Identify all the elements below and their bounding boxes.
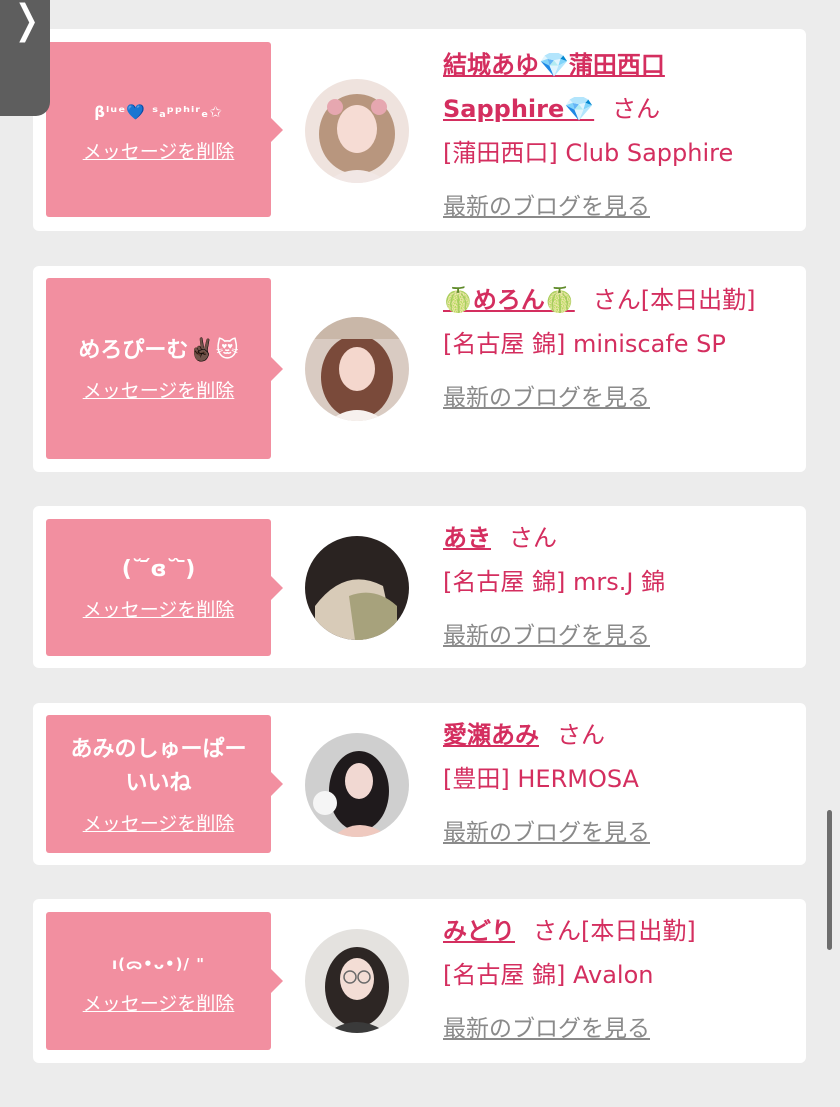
list-item: (˘ ᷄ɞ˘ ᷅) メッセージを削除 あき さん [名古屋 錦] mrs.J 錦 … xyxy=(33,506,806,668)
avatar[interactable] xyxy=(305,317,409,421)
shop-name: [豊田] HERMOSA xyxy=(443,765,639,793)
profile-info: 愛瀬あみ さん [豊田] HERMOSA 最新のブログを見る xyxy=(443,713,783,855)
list-item: めろぴーむ✌🏿😻 メッセージを削除 🍈めろん🍈 さん[本日出勤] [名古屋 錦] … xyxy=(33,266,806,472)
honorific: さん xyxy=(592,286,641,314)
honorific: さん xyxy=(533,917,581,945)
honorific: さん xyxy=(557,721,605,749)
status-text: [本日出勤] xyxy=(640,286,756,314)
avatar[interactable] xyxy=(305,79,409,183)
delete-message-link[interactable]: メッセージを削除 xyxy=(83,137,235,164)
message-bubble: βˡᵘᵉ💙 ˢₐᵖᵖʰⁱʳₑ✩ メッセージを削除 xyxy=(46,42,283,217)
shop-name: [名古屋 錦] Avalon xyxy=(443,961,654,989)
delete-message-link[interactable]: メッセージを削除 xyxy=(83,809,235,836)
message-bubble: あみのしゅーぱー いいね メッセージを削除 xyxy=(46,715,283,853)
blog-link[interactable]: 最新のブログを見る xyxy=(443,1007,783,1051)
message-text: ı(ᯅ•ᴗ•)/ " xyxy=(111,954,206,973)
avatar[interactable] xyxy=(305,536,409,640)
message-bubble: めろぴーむ✌🏿😻 メッセージを削除 xyxy=(46,278,283,459)
profile-name-link[interactable]: 愛瀬あみ xyxy=(443,721,539,749)
list-item: ı(ᯅ•ᴗ•)/ " メッセージを削除 みどり さん[本日出勤] [名古屋 錦] … xyxy=(33,899,806,1063)
blog-link[interactable]: 最新のブログを見る xyxy=(443,614,783,658)
chevron-right-icon: ❭ xyxy=(10,0,44,43)
profile-info: みどり さん[本日出勤] [名古屋 錦] Avalon 最新のブログを見る xyxy=(443,909,783,1051)
scrollbar[interactable] xyxy=(827,810,832,950)
blog-link[interactable]: 最新のブログを見る xyxy=(443,811,783,855)
honorific: さん xyxy=(612,95,661,123)
delete-message-link[interactable]: メッセージを削除 xyxy=(83,989,235,1016)
blog-link[interactable]: 最新のブログを見る xyxy=(443,185,783,229)
shop-name: [蒲田西口] Club Sapphire xyxy=(443,139,734,167)
message-text: (˘ ᷄ɞ˘ ᷅) xyxy=(121,557,196,582)
profile-name-link[interactable]: 🍈めろん🍈 xyxy=(443,286,575,314)
message-bubble: ı(ᯅ•ᴗ•)/ " メッセージを削除 xyxy=(46,912,283,1050)
list-item: あみのしゅーぱー いいね メッセージを削除 愛瀬あみ さん [豊田] HERMOS… xyxy=(33,703,806,865)
delete-message-link[interactable]: メッセージを削除 xyxy=(83,595,235,622)
shop-name: [名古屋 錦] mrs.J 錦 xyxy=(443,568,666,596)
message-text: めろぴーむ✌🏿😻 xyxy=(78,338,239,363)
profile-name-link[interactable]: みどり xyxy=(443,917,515,945)
blog-link[interactable]: 最新のブログを見る xyxy=(443,376,783,420)
profile-info: 結城あゆ💎蒲田西口 Sapphire💎 さん [蒲田西口] Club Sapphi… xyxy=(443,43,783,229)
avatar[interactable] xyxy=(305,929,409,1033)
back-button[interactable]: ❭ xyxy=(0,0,50,116)
message-text: あみのしゅーぱー いいね xyxy=(70,736,247,796)
message-text: βˡᵘᵉ💙 ˢₐᵖᵖʰⁱʳₑ✩ xyxy=(94,103,223,121)
profile-info: 🍈めろん🍈 さん[本日出勤] [名古屋 錦] miniscafe SP 最新のブロ… xyxy=(443,278,783,420)
message-list: βˡᵘᵉ💙 ˢₐᵖᵖʰⁱʳₑ✩ メッセージを削除 結城あゆ💎蒲田西口 Sapph… xyxy=(0,0,840,1107)
list-item: βˡᵘᵉ💙 ˢₐᵖᵖʰⁱʳₑ✩ メッセージを削除 結城あゆ💎蒲田西口 Sapph… xyxy=(33,29,806,231)
status-text: [本日出勤] xyxy=(581,917,696,945)
shop-name: [名古屋 錦] miniscafe SP xyxy=(443,330,726,358)
honorific: さん xyxy=(509,524,557,552)
profile-name-link[interactable]: あき xyxy=(443,524,491,552)
avatar[interactable] xyxy=(305,733,409,837)
delete-message-link[interactable]: メッセージを削除 xyxy=(83,376,235,403)
message-bubble: (˘ ᷄ɞ˘ ᷅) メッセージを削除 xyxy=(46,519,283,656)
profile-info: あき さん [名古屋 錦] mrs.J 錦 最新のブログを見る xyxy=(443,516,783,658)
